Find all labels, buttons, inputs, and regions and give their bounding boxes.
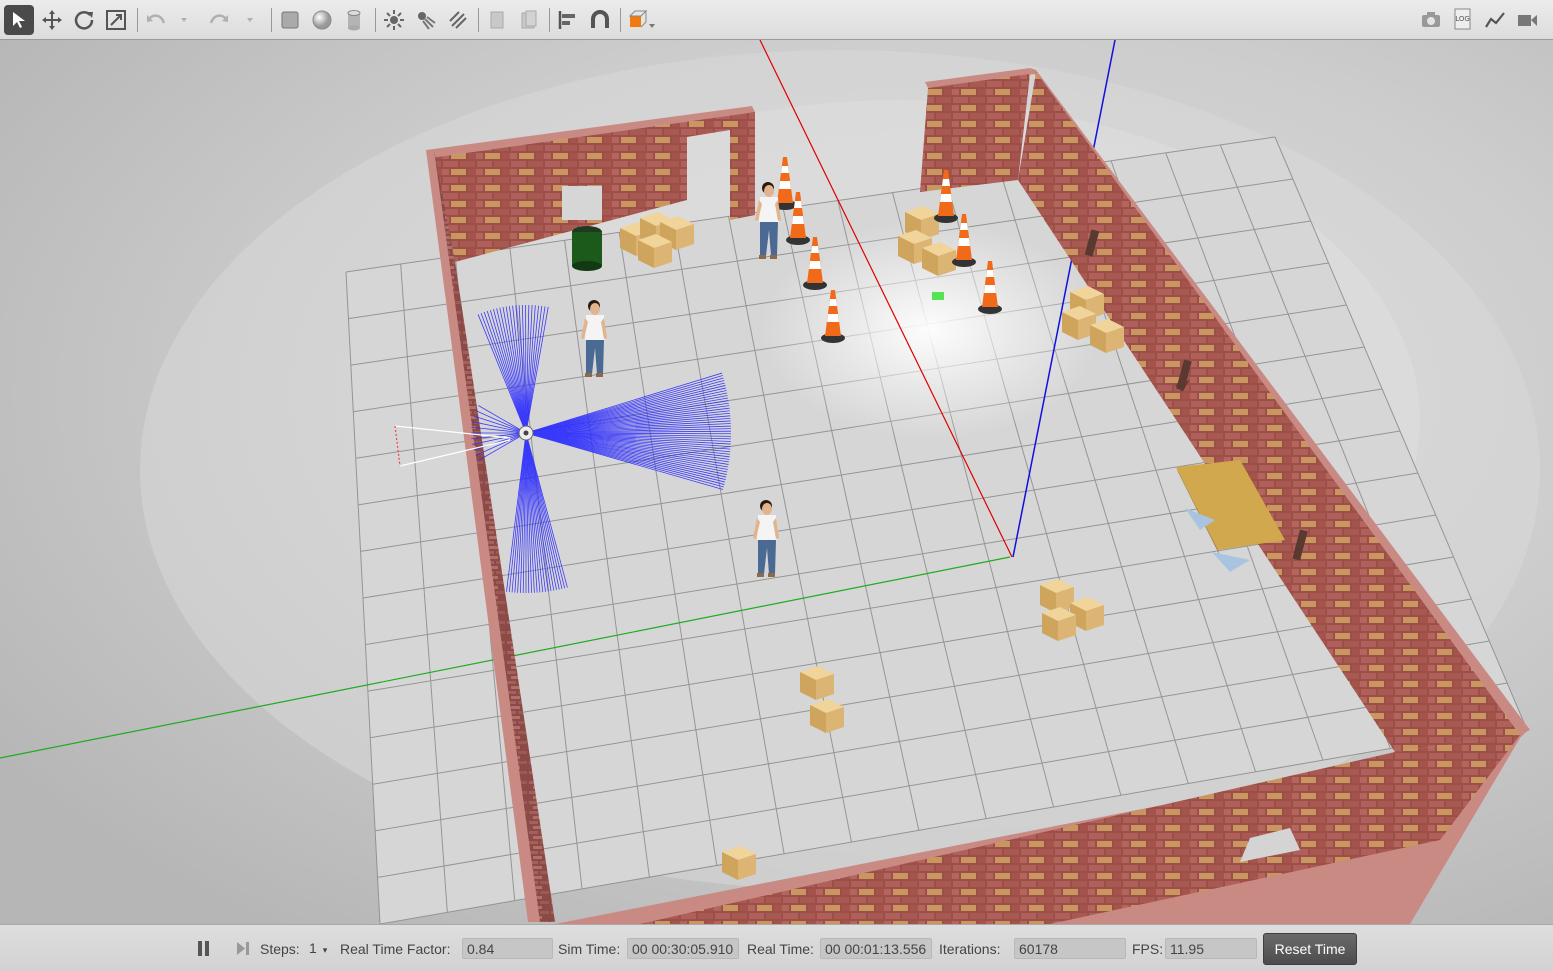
svg-text:LOG: LOG [1455,15,1470,23]
scene-viewport[interactable] [0,40,1553,924]
fps-field: 11.95 [1165,938,1257,959]
select-mode-icon[interactable] [4,5,34,35]
directional-light-icon[interactable] [444,6,472,34]
paste-icon[interactable] [515,6,543,34]
undo-icon[interactable] [142,6,170,34]
iterations-field: 60178 [1014,938,1126,959]
iterations-label: Iterations: [939,941,1001,957]
back-right-wall [920,68,1035,192]
steps-spinbox[interactable]: 1 ▾ [305,938,333,959]
steps-value: 1 [309,940,317,956]
main-toolbar: LOG [0,0,1553,40]
box-shape-icon[interactable] [276,6,304,34]
rtf-field: 0.84 [462,938,553,959]
rotate-mode-icon[interactable] [70,6,98,34]
steps-label: Steps: [260,941,300,957]
real-time-label: Real Time: [747,941,814,957]
copy-icon[interactable] [483,6,511,34]
snap-icon[interactable] [586,6,614,34]
goal-marker[interactable] [932,292,944,300]
real-time-field: 00 00:01:13.556 [820,938,932,959]
trash-can[interactable] [572,226,602,271]
reset-time-button[interactable]: Reset Time [1263,933,1357,965]
sphere-shape-icon[interactable] [308,6,336,34]
scale-mode-icon[interactable] [102,6,130,34]
translate-mode-icon[interactable] [38,6,66,34]
chevron-down-icon: ▾ [322,945,328,955]
log-icon[interactable]: LOG [1449,6,1477,34]
redo-dropdown-icon[interactable] [240,6,260,34]
cylinder-shape-icon[interactable] [340,6,368,34]
video-record-icon[interactable] [1513,6,1541,34]
view-angle-icon[interactable] [625,6,659,34]
sim-time-label: Sim Time: [558,941,621,957]
plot-icon[interactable] [1481,6,1509,34]
point-light-icon[interactable] [380,6,408,34]
pause-button[interactable] [194,938,212,959]
status-bar: Steps: 1 ▾ Real Time Factor: 0.84 Sim Ti… [0,924,1553,971]
spot-light-icon[interactable] [412,6,440,34]
undo-dropdown-icon[interactable] [174,6,194,34]
screenshot-icon[interactable] [1417,6,1445,34]
rtf-label: Real Time Factor: [340,941,451,957]
redo-icon[interactable] [205,6,233,34]
align-icon[interactable] [554,6,582,34]
fps-label: FPS: [1132,941,1164,957]
step-button[interactable] [233,938,253,959]
scene-render [0,40,1553,924]
sim-time-field: 00 00:30:05.910 [627,938,739,959]
